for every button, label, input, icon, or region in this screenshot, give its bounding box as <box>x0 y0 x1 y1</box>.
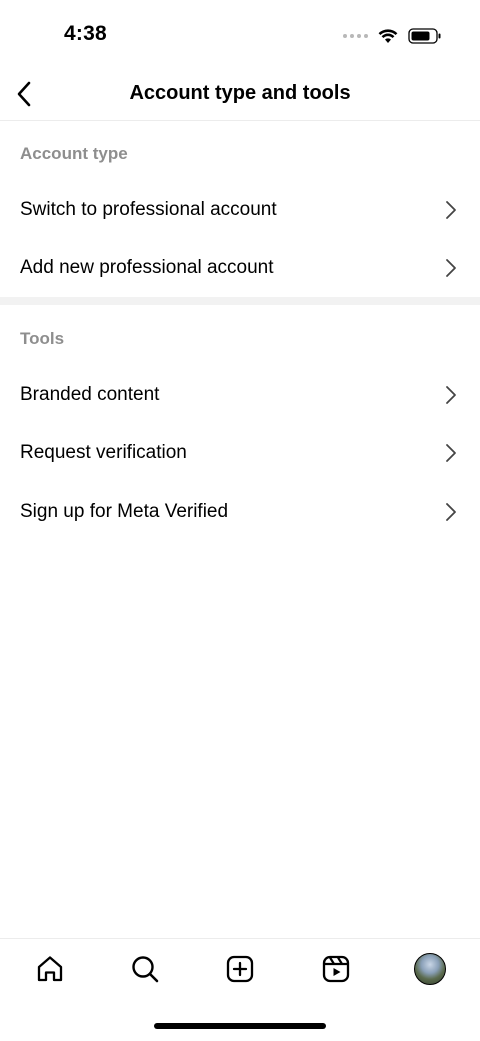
home-indicator <box>154 1023 326 1029</box>
signal-icon <box>343 34 368 38</box>
status-icons <box>343 26 442 46</box>
tab-bar <box>0 938 480 1000</box>
row-label: Switch to professional account <box>20 199 277 220</box>
chevron-right-icon <box>446 259 456 277</box>
status-bar: 4:38 <box>0 0 480 70</box>
row-label: Branded content <box>20 384 160 405</box>
screen: 4:38 Account type and tools Account type… <box>0 0 480 1041</box>
tab-create[interactable] <box>220 949 260 989</box>
profile-avatar <box>414 953 446 985</box>
nav-header: Account type and tools <box>0 70 480 121</box>
switch-to-professional-row[interactable]: Switch to professional account <box>0 181 480 239</box>
chevron-right-icon <box>446 503 456 521</box>
row-label: Request verification <box>20 442 187 463</box>
create-icon <box>226 955 254 983</box>
home-icon <box>37 956 63 982</box>
request-verification-row[interactable]: Request verification <box>0 424 480 482</box>
chevron-right-icon <box>446 386 456 404</box>
row-label: Sign up for Meta Verified <box>20 501 229 522</box>
chevron-right-icon <box>446 444 456 462</box>
tab-profile[interactable] <box>410 949 450 989</box>
row-label: Add new professional account <box>20 257 274 278</box>
chevron-right-icon <box>446 201 456 219</box>
reels-icon <box>322 955 350 983</box>
status-time: 4:38 <box>64 22 107 45</box>
meta-verified-row[interactable]: Sign up for Meta Verified <box>0 483 480 541</box>
tab-home[interactable] <box>30 949 70 989</box>
battery-icon <box>408 28 441 44</box>
section-divider <box>0 297 480 305</box>
tab-search[interactable] <box>125 949 165 989</box>
add-professional-account-row[interactable]: Add new professional account <box>0 239 480 297</box>
wifi-icon <box>378 29 398 43</box>
search-icon <box>132 956 159 983</box>
branded-content-row[interactable]: Branded content <box>0 366 480 424</box>
section-header-tools: Tools <box>20 329 65 348</box>
section-header-account-type: Account type <box>20 144 128 163</box>
tab-reels[interactable] <box>316 949 356 989</box>
page-title: Account type and tools <box>129 82 351 104</box>
